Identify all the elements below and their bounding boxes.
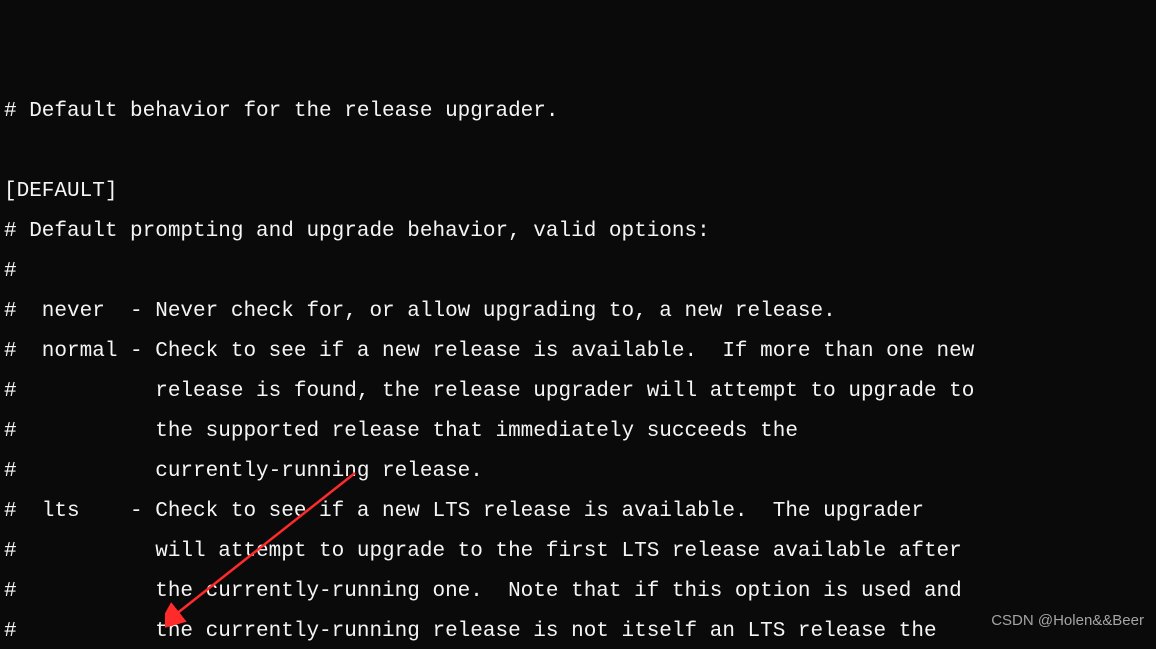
config-line-0: # Default behavior for the release upgra… (4, 92, 1156, 132)
config-line-13: # the currently-running release is not i… (4, 612, 1156, 649)
config-line-4: # (4, 252, 1156, 292)
config-line-10: # lts - Check to see if a new LTS releas… (4, 492, 1156, 532)
config-line-1 (4, 132, 1156, 172)
config-line-7: # release is found, the release upgrader… (4, 372, 1156, 412)
config-line-9: # currently-running release. (4, 452, 1156, 492)
config-line-2: [DEFAULT] (4, 172, 1156, 212)
config-line-11: # will attempt to upgrade to the first L… (4, 532, 1156, 572)
config-line-3: # Default prompting and upgrade behavior… (4, 212, 1156, 252)
config-file-content: # Default behavior for the release upgra… (4, 92, 1156, 649)
terminal-viewport[interactable]: # Default behavior for the release upgra… (0, 0, 1156, 649)
config-line-8: # the supported release that immediately… (4, 412, 1156, 452)
config-line-6: # normal - Check to see if a new release… (4, 332, 1156, 372)
config-line-12: # the currently-running one. Note that i… (4, 572, 1156, 612)
config-line-5: # never - Never check for, or allow upgr… (4, 292, 1156, 332)
